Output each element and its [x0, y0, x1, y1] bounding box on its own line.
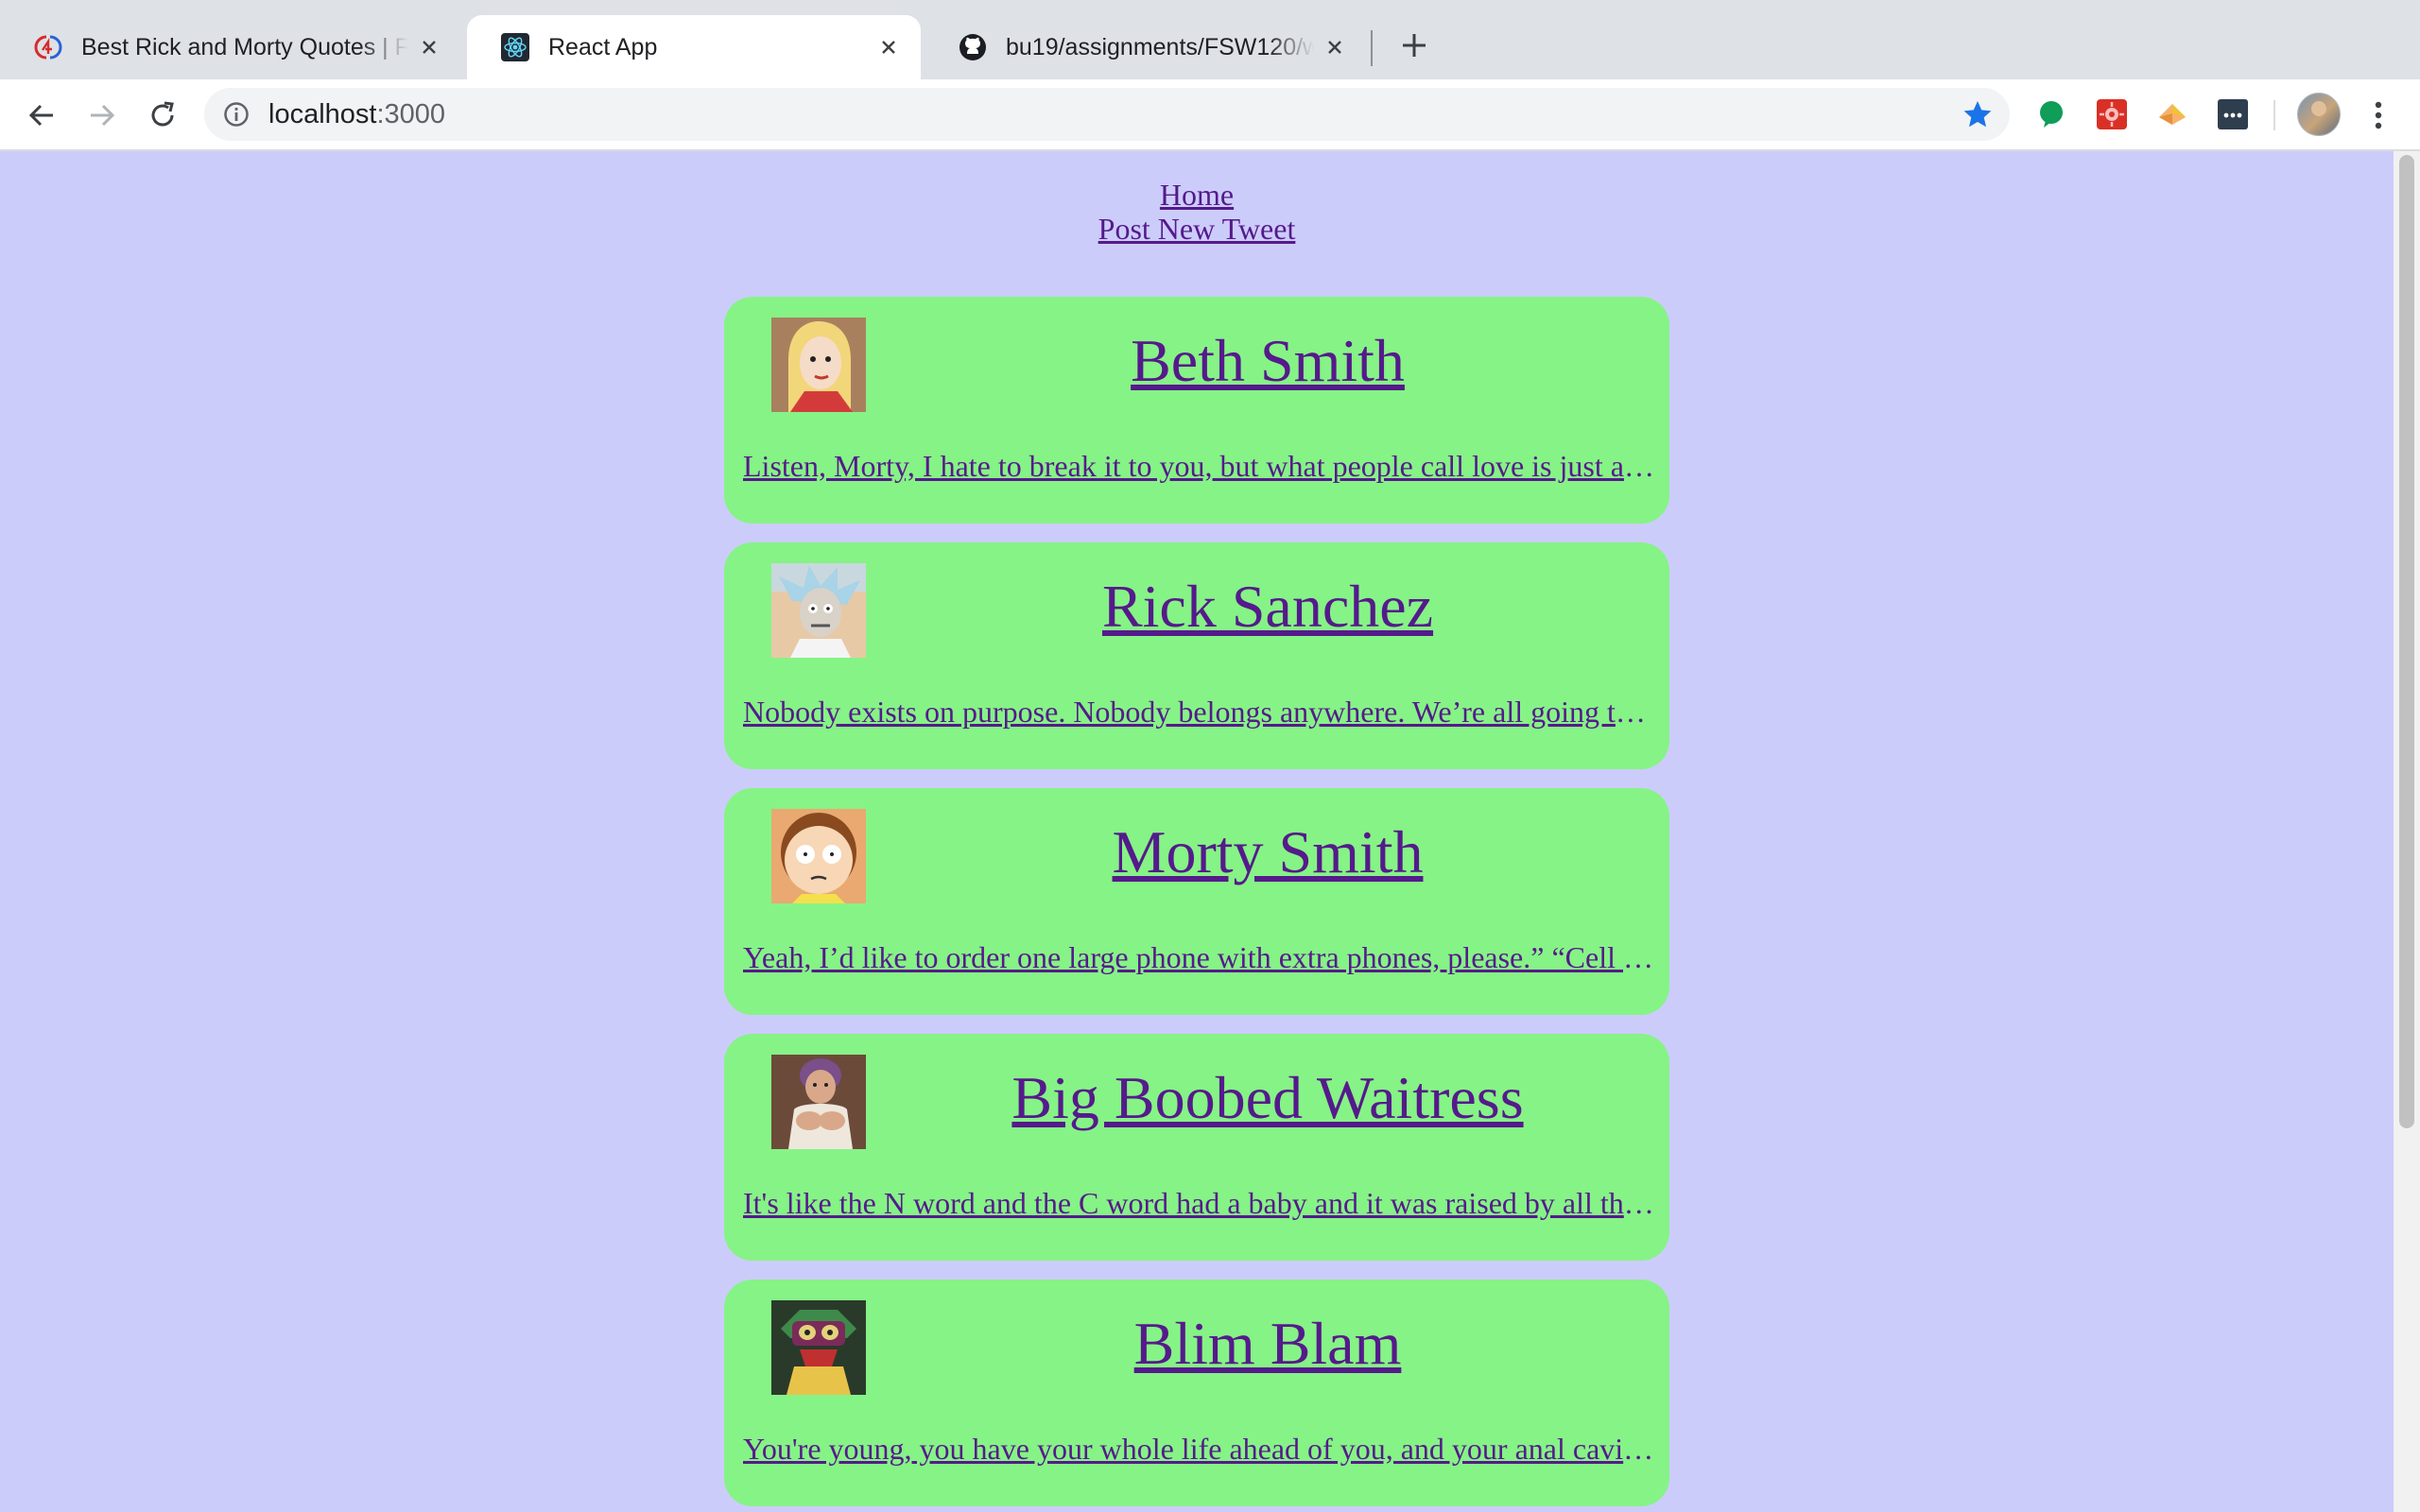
- tweet-card: Beth Smith Listen, Morty, I hate to brea…: [724, 297, 1669, 524]
- react-logo-icon: [501, 33, 529, 61]
- tab-react-app[interactable]: React App: [467, 15, 921, 79]
- character-name[interactable]: Beth Smith: [866, 325, 1669, 397]
- home-link[interactable]: Home: [1160, 178, 1234, 212]
- bookmark-star-icon[interactable]: [1962, 99, 1993, 129]
- tab-strip: Best Rick and Morty Quotes | Funny React…: [0, 0, 2420, 79]
- morty-portrait-image: [771, 809, 866, 903]
- tab-close-icon[interactable]: [1322, 34, 1348, 60]
- url-text[interactable]: localhost:3000: [268, 99, 445, 130]
- forward-button[interactable]: [83, 96, 121, 134]
- tweet-quote[interactable]: Yeah, I’d like to order one large phone …: [743, 939, 1655, 975]
- arrow-right-icon: [91, 104, 115, 127]
- more-vertical-icon: [2375, 101, 2382, 129]
- character-name[interactable]: Big Boobed Waitress: [866, 1062, 1669, 1134]
- tab-github-assignments[interactable]: bu19/assignments/FSW120/week: [925, 15, 1367, 79]
- character-avatar[interactable]: [771, 318, 866, 412]
- rm-quotes-logo-icon: [34, 35, 62, 60]
- tab-separator: [1371, 30, 1373, 66]
- reload-icon: [151, 101, 174, 127]
- reload-button[interactable]: [144, 96, 182, 134]
- scrollbar-thumb[interactable]: [2399, 155, 2414, 1128]
- character-avatar[interactable]: [771, 809, 866, 903]
- browser-menu-button[interactable]: [2363, 96, 2394, 134]
- waitress-portrait-image: [771, 1055, 866, 1149]
- post-new-tweet-link[interactable]: Post New Tweet: [1098, 212, 1296, 246]
- tab-title: React App: [548, 33, 658, 60]
- info-icon[interactable]: [223, 101, 250, 128]
- page-viewport: Home Post New Tweet Beth Smith Listen, M…: [0, 151, 2394, 1512]
- new-tab-button[interactable]: [1395, 26, 1433, 64]
- page-scrollbar[interactable]: [2394, 151, 2420, 1512]
- tweet-card: Big Boobed Waitress It's like the N word…: [724, 1034, 1669, 1261]
- character-avatar[interactable]: [771, 563, 866, 658]
- browser-toolbar: localhost:3000: [0, 79, 2420, 151]
- character-name[interactable]: Morty Smith: [866, 816, 1669, 888]
- profile-avatar[interactable]: [2297, 93, 2341, 136]
- tab-title: bu19/assignments/FSW120/week: [1006, 33, 1314, 60]
- tweet-quote[interactable]: It's like the N word and the C word had …: [743, 1185, 1655, 1221]
- character-avatar[interactable]: [771, 1055, 866, 1149]
- beth-portrait-image: [771, 318, 866, 412]
- yellow-extension-icon[interactable]: [2153, 95, 2191, 133]
- character-name[interactable]: Rick Sanchez: [866, 571, 1669, 643]
- github-icon: [959, 34, 986, 60]
- tab-rick-morty-quotes[interactable]: Best Rick and Morty Quotes | Funny: [0, 15, 461, 79]
- tab-close-icon[interactable]: [875, 34, 902, 60]
- tweet-card: Morty Smith Yeah, I’d like to order one …: [724, 788, 1669, 1015]
- tweet-quote[interactable]: Nobody exists on purpose. Nobody belongs…: [743, 694, 1655, 730]
- plus-icon: [1403, 34, 1426, 57]
- red-extension-icon[interactable]: [2093, 95, 2131, 133]
- tweet-card: Rick Sanchez Nobody exists on purpose. N…: [724, 542, 1669, 769]
- tweet-quote[interactable]: Listen, Morty, I hate to break it to you…: [743, 448, 1655, 484]
- character-name[interactable]: Blim Blam: [866, 1308, 1669, 1380]
- blim-blam-portrait-image: [771, 1300, 866, 1395]
- tweet-quote[interactable]: You're young, you have your whole life a…: [743, 1431, 1655, 1467]
- rick-portrait-image: [771, 563, 866, 658]
- tab-close-icon[interactable]: [416, 34, 442, 60]
- tweet-card: Blim Blam You're young, you have your wh…: [724, 1280, 1669, 1506]
- nav-post[interactable]: Post New Tweet: [0, 212, 2394, 246]
- green-extension-icon[interactable]: [2032, 95, 2070, 133]
- address-bar[interactable]: localhost:3000: [204, 88, 2010, 141]
- toolbar-separator: [2273, 100, 2275, 130]
- nav-home[interactable]: Home: [0, 178, 2394, 212]
- tab-title: Best Rick and Morty Quotes | Funny: [81, 33, 408, 60]
- back-button[interactable]: [23, 96, 60, 134]
- character-avatar[interactable]: [771, 1300, 866, 1395]
- arrow-left-icon: [28, 104, 53, 127]
- dark-extension-icon[interactable]: [2214, 95, 2252, 133]
